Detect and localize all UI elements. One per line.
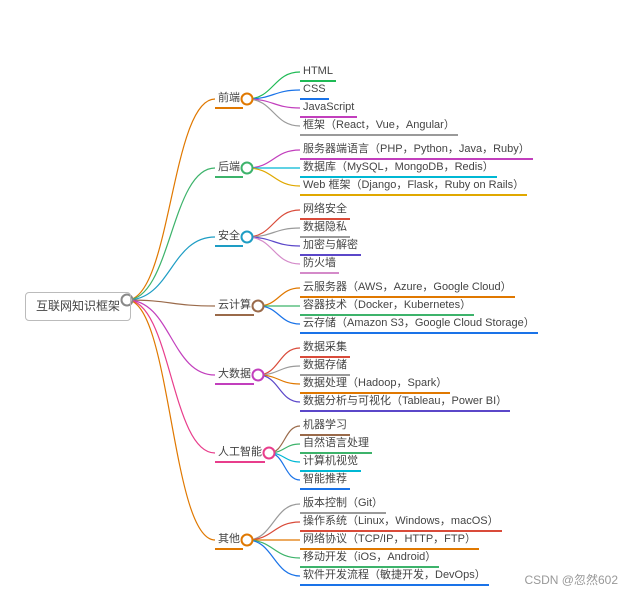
leaf-node[interactable]: 机器学习: [300, 418, 350, 436]
leaf-node[interactable]: 云存储（Amazon S3，Google Cloud Storage）: [300, 316, 538, 334]
leaf-node[interactable]: CSS: [300, 82, 329, 100]
watermark: CSDN @忽然602: [524, 571, 618, 588]
leaf-node[interactable]: Web 框架（Django，Flask，Ruby on Rails）: [300, 178, 527, 196]
leaf-node[interactable]: 数据分析与可视化（Tableau，Power BI）: [300, 394, 510, 412]
branch-node-bigdata[interactable]: 大数据: [215, 367, 254, 385]
leaf-node[interactable]: 自然语言处理: [300, 436, 372, 454]
leaf-node[interactable]: 数据存储: [300, 358, 350, 376]
leaf-node[interactable]: 网络安全: [300, 202, 350, 220]
leaf-node[interactable]: 数据隐私: [300, 220, 350, 238]
node-dot: [241, 534, 254, 547]
branch-node-backend[interactable]: 后端: [215, 160, 243, 178]
leaf-node[interactable]: JavaScript: [300, 100, 357, 118]
leaf-node[interactable]: 计算机视觉: [300, 454, 361, 472]
leaf-node[interactable]: 容器技术（Docker，Kubernetes）: [300, 298, 474, 316]
leaf-node[interactable]: 防火墙: [300, 256, 339, 274]
leaf-node[interactable]: 操作系统（Linux，Windows，macOS）: [300, 514, 502, 532]
leaf-node[interactable]: 智能推荐: [300, 472, 350, 490]
node-dot: [252, 300, 265, 313]
branch-node-cloud[interactable]: 云计算: [215, 298, 254, 316]
leaf-node[interactable]: 加密与解密: [300, 238, 361, 256]
branch-node-frontend[interactable]: 前端: [215, 91, 243, 109]
leaf-node[interactable]: 数据采集: [300, 340, 350, 358]
root-node[interactable]: 互联网知识框架: [25, 292, 131, 321]
leaf-node[interactable]: 框架（React，Vue，Angular）: [300, 118, 458, 136]
node-dot: [241, 231, 254, 244]
node-dot: [241, 93, 254, 106]
leaf-node[interactable]: 服务器端语言（PHP，Python，Java，Ruby）: [300, 142, 533, 160]
node-dot: [241, 162, 254, 175]
branch-node-ai[interactable]: 人工智能: [215, 445, 265, 463]
leaf-node[interactable]: 数据库（MySQL，MongoDB，Redis）: [300, 160, 497, 178]
leaf-node[interactable]: 版本控制（Git）: [300, 496, 386, 514]
node-dot: [263, 447, 276, 460]
leaf-node[interactable]: HTML: [300, 64, 336, 82]
node-dot: [252, 369, 265, 382]
leaf-node[interactable]: 云服务器（AWS，Azure，Google Cloud）: [300, 280, 515, 298]
leaf-node[interactable]: 移动开发（iOS，Android）: [300, 550, 439, 568]
leaf-node[interactable]: 软件开发流程（敏捷开发，DevOps）: [300, 568, 489, 586]
leaf-node[interactable]: 数据处理（Hadoop，Spark）: [300, 376, 450, 394]
leaf-node[interactable]: 网络协议（TCP/IP，HTTP，FTP）: [300, 532, 479, 550]
branch-node-other[interactable]: 其他: [215, 532, 243, 550]
branch-node-security[interactable]: 安全: [215, 229, 243, 247]
